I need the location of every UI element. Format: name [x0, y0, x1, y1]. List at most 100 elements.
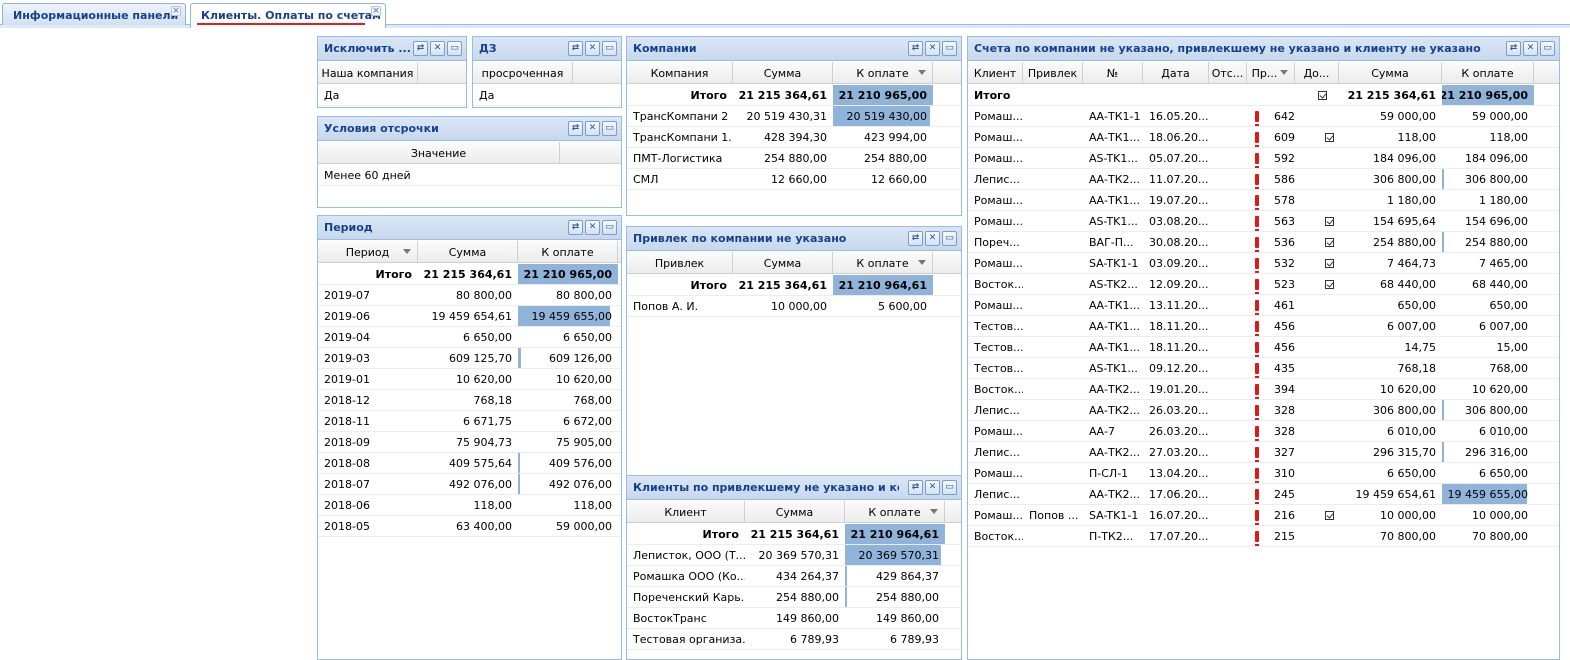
table-row[interactable]: 2018-07 492 076,00 492 076,00 [318, 474, 621, 495]
table-row[interactable]: 2018-09 75 904,73 75 905,00 [318, 432, 621, 453]
table-row[interactable]: 2019-06 19 459 654,61 19 459 655,00 [318, 306, 621, 327]
table-row[interactable]: Лепис... АА-ТК2... 27.03.20... 327 296 315,7… [968, 442, 1559, 463]
excel-export-icon[interactable]: ✕ [585, 220, 600, 235]
table-row[interactable]: Ромаш... АА-ТК1... 19.07.20... 578 1 180,00 1… [968, 190, 1559, 211]
table-row[interactable]: 2019-07 80 800,00 80 800,00 [318, 285, 621, 306]
table-row[interactable]: Тестовая организа... 6 789,93 6 789,93 [627, 629, 961, 650]
table-row[interactable]: Ромаш... АА-ТК1-1 16.05.20... 642 59 000,00 5… [968, 106, 1559, 127]
refresh-icon[interactable]: ⇄ [568, 41, 583, 56]
table-row[interactable]: ТрансКомпани 2 20 519 430,31 20 519 430,00 [627, 106, 961, 127]
table-row[interactable]: Лепис... АА-ТК2... 11.07.20... 586 306 800,0… [968, 169, 1559, 190]
column-header-doc[interactable]: До... [1295, 62, 1339, 84]
table-row[interactable]: Пореченский Карь... 254 880,00 254 880,00 [627, 587, 961, 608]
column-header-to-pay[interactable]: К оплате [845, 501, 945, 523]
table-row[interactable]: 2018-11 6 671,75 6 672,00 [318, 411, 621, 432]
maximize-icon[interactable]: ▭ [1540, 41, 1555, 56]
table-row[interactable]: Да [473, 85, 621, 106]
table-row[interactable]: Ромаш... П-СЛ-1 13.04.20... 310 6 650,00 6 65… [968, 463, 1559, 484]
excel-export-icon[interactable]: ✕ [925, 41, 940, 56]
table-row[interactable]: 2018-05 63 400,00 59 000,00 [318, 516, 621, 537]
table-row[interactable]: Леписток, ООО (Т... 20 369 570,31 20 369 5… [627, 545, 961, 566]
table-row[interactable]: Ромаш... AS-TK1... 05.07.20... 592 184 096,0… [968, 148, 1559, 169]
table-row[interactable]: Тестов... AS-TK1... 09.12.20... 435 768,18 76… [968, 358, 1559, 379]
column-header[interactable]: Значение [318, 142, 560, 164]
table-row[interactable]: 2018-12 768,18 768,00 [318, 390, 621, 411]
excel-export-icon[interactable]: ✕ [585, 121, 600, 136]
table-row[interactable]: Восток... AS-TK2... 12.09.20... 523 68 440,0… [968, 274, 1559, 295]
maximize-icon[interactable]: ▭ [942, 480, 957, 495]
column-header-client[interactable]: Клиент [627, 501, 745, 523]
table-row[interactable]: 2018-08 409 575,64 409 576,00 [318, 453, 621, 474]
maximize-icon[interactable]: ▭ [602, 220, 617, 235]
tab-info-panels[interactable]: Информационные панели × [2, 3, 186, 25]
column-header-deferral[interactable]: Отс... [1209, 62, 1247, 84]
excel-export-icon[interactable]: ✕ [430, 41, 445, 56]
refresh-icon[interactable]: ⇄ [908, 231, 923, 246]
tab-clients-payments[interactable]: Клиенты. Оплаты по счетам × [190, 3, 386, 28]
table-row[interactable]: ВостокТранс 149 860,00 149 860,00 [627, 608, 961, 629]
table-row[interactable]: СМЛ 12 660,00 12 660,00 [627, 169, 961, 190]
table-row[interactable]: 2019-03 609 125,70 609 126,00 [318, 348, 621, 369]
maximize-icon[interactable]: ▭ [602, 121, 617, 136]
column-header-sum[interactable]: Сумма [418, 241, 518, 263]
column-header[interactable]: Наша компания [318, 62, 418, 84]
close-icon[interactable]: × [171, 6, 181, 16]
column-header-date[interactable]: Дата [1143, 62, 1209, 84]
table-row[interactable]: Тестов... АА-ТК1... 18.11.20... 456 6 007,00… [968, 316, 1559, 337]
table-row[interactable]: Восток... П-ТК2... 17.07.20... 215 70 800,00… [968, 526, 1559, 547]
column-header-company[interactable]: Компания [627, 62, 733, 84]
table-row[interactable]: Ромашка ООО (Ко... 434 264,37 429 864,37 [627, 566, 961, 587]
column-header-to-pay[interactable]: К оплате [833, 62, 933, 84]
total-row[interactable]: Итого 21 215 364,61 21 210 965,00 [318, 264, 621, 285]
total-row[interactable]: Итого 21 215 364,61 21 210 964,61 [627, 275, 961, 296]
table-row[interactable]: 2019-04 6 650,00 6 650,00 [318, 327, 621, 348]
total-row[interactable]: Итого 21 215 364,61 21 210 965,00 [627, 85, 961, 106]
excel-export-icon[interactable]: ✕ [1523, 41, 1538, 56]
column-header-to-pay[interactable]: К оплате [518, 241, 618, 263]
table-row[interactable]: Ромаш... АА-7 26.03.20... 328 6 010,00 6 010,… [968, 421, 1559, 442]
excel-export-icon[interactable]: ✕ [925, 480, 940, 495]
table-row[interactable]: Тестов... АА-ТК1... 18.11.20... 456 14,75 15,… [968, 337, 1559, 358]
table-row[interactable]: Ромаш... AS-TK1... 03.08.20... 563 154 695,6… [968, 211, 1559, 232]
column-header-overdue[interactable]: Пр... [1247, 62, 1295, 84]
column-header-attractor[interactable]: Привлек [627, 252, 733, 274]
column-header-sum[interactable]: Сумма [745, 501, 845, 523]
excel-export-icon[interactable]: ✕ [585, 41, 600, 56]
column-header-to-pay[interactable]: К оплате [1442, 62, 1534, 84]
column-header-sum[interactable]: Сумма [733, 62, 833, 84]
table-row[interactable]: Ромаш... АА-ТК1... 18.06.20... 609 118,00 118… [968, 127, 1559, 148]
refresh-icon[interactable]: ⇄ [568, 121, 583, 136]
column-header-client[interactable]: Клиент [968, 62, 1023, 84]
table-row[interactable]: ПМТ-Логистика 254 880,00 254 880,00 [627, 148, 961, 169]
table-row[interactable]: Ромаш... Попов ... SA-TK1-1 16.07.20... 216 1… [968, 505, 1559, 526]
column-header-sum[interactable]: Сумма [733, 252, 833, 274]
table-row[interactable]: Пореч... ВАГ-П... 30.08.20... 536 254 880,00… [968, 232, 1559, 253]
refresh-icon[interactable]: ⇄ [1506, 41, 1521, 56]
maximize-icon[interactable]: ▭ [942, 231, 957, 246]
table-row[interactable]: Ромаш... АА-ТК1... 13.11.20... 461 650,00 650… [968, 295, 1559, 316]
refresh-icon[interactable]: ⇄ [908, 480, 923, 495]
column-header-sum[interactable]: Сумма [1339, 62, 1442, 84]
column-header[interactable]: просроченная [473, 62, 573, 84]
table-row[interactable]: ТрансКомпани 1... 428 394,30 423 994,00 [627, 127, 961, 148]
close-icon[interactable]: × [371, 6, 381, 16]
table-row[interactable]: Восток... АА-ТК2... 19.01.20... 394 10 620,0… [968, 379, 1559, 400]
table-row[interactable]: 2018-06 118,00 118,00 [318, 495, 621, 516]
column-header-attractor[interactable]: Привлек [1023, 62, 1083, 84]
excel-export-icon[interactable]: ✕ [925, 231, 940, 246]
maximize-icon[interactable]: ▭ [602, 41, 617, 56]
refresh-icon[interactable]: ⇄ [908, 41, 923, 56]
table-row[interactable]: Ромаш... SA-TK1-1 03.09.20... 532 7 464,73 7 … [968, 253, 1559, 274]
column-header-period[interactable]: Период [318, 241, 418, 263]
refresh-icon[interactable]: ⇄ [413, 41, 428, 56]
maximize-icon[interactable]: ▭ [447, 41, 462, 56]
total-row[interactable]: Итого 21 215 364,61 21 210 964,61 [627, 524, 961, 545]
table-row[interactable]: Менее 60 дней [318, 165, 621, 186]
refresh-icon[interactable]: ⇄ [568, 220, 583, 235]
maximize-icon[interactable]: ▭ [942, 41, 957, 56]
column-header-to-pay[interactable]: К оплате [833, 252, 933, 274]
table-row[interactable]: Да [318, 85, 466, 106]
table-row[interactable]: 2019-01 10 620,00 10 620,00 [318, 369, 621, 390]
column-header-number[interactable]: № [1083, 62, 1143, 84]
total-row[interactable]: Итого 21 215 364,61 21 210 965,00 [968, 85, 1559, 106]
